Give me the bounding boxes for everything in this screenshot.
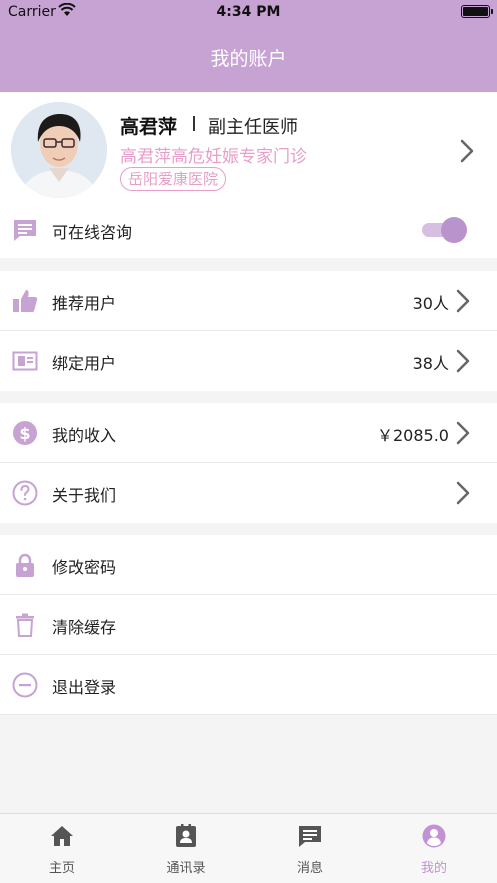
profile-card[interactable]: 高君萍 副主任医师 高君萍高危妊娠专家门诊 岳阳爱康医院 bbox=[0, 92, 497, 204]
tab-label: 主页 bbox=[48, 861, 75, 876]
online-consult-toggle[interactable] bbox=[422, 217, 468, 243]
contacts-icon bbox=[176, 824, 196, 847]
trash-icon bbox=[16, 613, 34, 637]
menu-item-label: 关于我们 bbox=[52, 486, 117, 505]
menu-item-label: 推荐用户 bbox=[52, 294, 117, 313]
tab-label: 消息 bbox=[296, 861, 323, 876]
menu-item-bound-users[interactable]: 绑定用户 38人 bbox=[0, 331, 497, 391]
income-amount: ￥2085.0 bbox=[377, 426, 449, 445]
chevron-right-icon bbox=[460, 139, 474, 163]
menu-item-income[interactable]: $ 我的收入 ￥2085.0 bbox=[0, 403, 497, 463]
doctor-name: 高君萍 bbox=[120, 116, 178, 138]
user-icon bbox=[422, 824, 446, 848]
menu-group-info: $ 我的收入 ￥2085.0 关于我们 bbox=[0, 403, 497, 523]
online-consult-label: 可在线咨询 bbox=[52, 223, 133, 242]
tab-contacts[interactable]: 通讯录 bbox=[124, 814, 248, 883]
avatar bbox=[11, 102, 107, 198]
chat-icon bbox=[14, 220, 36, 241]
svg-text:$: $ bbox=[19, 424, 30, 443]
menu-item-logout[interactable]: 退出登录 bbox=[0, 655, 497, 715]
question-circle-icon bbox=[12, 480, 38, 506]
tab-home[interactable]: 主页 bbox=[0, 814, 124, 883]
status-time: 4:34 PM bbox=[216, 4, 281, 20]
status-bar: Carrier 4:34 PM bbox=[0, 0, 497, 26]
menu-item-about-us[interactable]: 关于我们 bbox=[0, 463, 497, 523]
divider bbox=[193, 116, 195, 131]
clinic-name: 高君萍高危妊娠专家门诊 bbox=[120, 147, 307, 167]
battery-icon bbox=[461, 5, 493, 18]
menu-item-change-password[interactable]: 修改密码 bbox=[0, 535, 497, 595]
minus-circle-icon bbox=[12, 672, 38, 698]
menu-item-label: 我的收入 bbox=[52, 426, 117, 445]
recommended-count: 30人 bbox=[412, 294, 449, 313]
chevron-right-icon bbox=[456, 349, 470, 373]
header: Carrier 4:34 PM 我的账户 bbox=[0, 0, 497, 92]
chevron-right-icon bbox=[456, 289, 470, 313]
page-title: 我的账户 bbox=[210, 48, 287, 70]
thumbs-up-icon bbox=[13, 290, 38, 312]
tab-label: 通讯录 bbox=[166, 861, 206, 876]
bound-count: 38人 bbox=[412, 354, 449, 373]
chevron-right-icon bbox=[456, 421, 470, 445]
tab-mine[interactable]: 我的 bbox=[372, 814, 496, 883]
menu-item-label: 修改密码 bbox=[52, 558, 117, 577]
menu-group-account: 修改密码 清除缓存 退出登录 bbox=[0, 535, 497, 715]
menu-item-recommended-users[interactable]: 推荐用户 30人 bbox=[0, 271, 497, 331]
hospital-badge: 岳阳爱康医院 bbox=[120, 167, 227, 191]
message-icon bbox=[299, 826, 321, 847]
lock-icon bbox=[16, 553, 34, 577]
id-card-icon bbox=[12, 351, 38, 371]
tab-messages[interactable]: 消息 bbox=[248, 814, 372, 883]
menu-item-clear-cache[interactable]: 清除缓存 bbox=[0, 595, 497, 655]
menu-group-users: 推荐用户 30人 绑定用户 38人 bbox=[0, 271, 497, 391]
chevron-right-icon bbox=[456, 481, 470, 505]
doctor-title: 副主任医师 bbox=[208, 117, 298, 138]
online-consult-row: 可在线咨询 bbox=[0, 204, 497, 258]
menu-item-label: 绑定用户 bbox=[52, 354, 117, 373]
tab-label: 我的 bbox=[420, 861, 447, 876]
dollar-circle-icon: $ bbox=[13, 421, 37, 445]
menu-item-label: 退出登录 bbox=[52, 678, 117, 697]
tab-bar: 主页 通讯录 消息 我的 bbox=[0, 813, 497, 883]
home-icon bbox=[51, 826, 73, 846]
menu-item-label: 清除缓存 bbox=[52, 618, 117, 637]
